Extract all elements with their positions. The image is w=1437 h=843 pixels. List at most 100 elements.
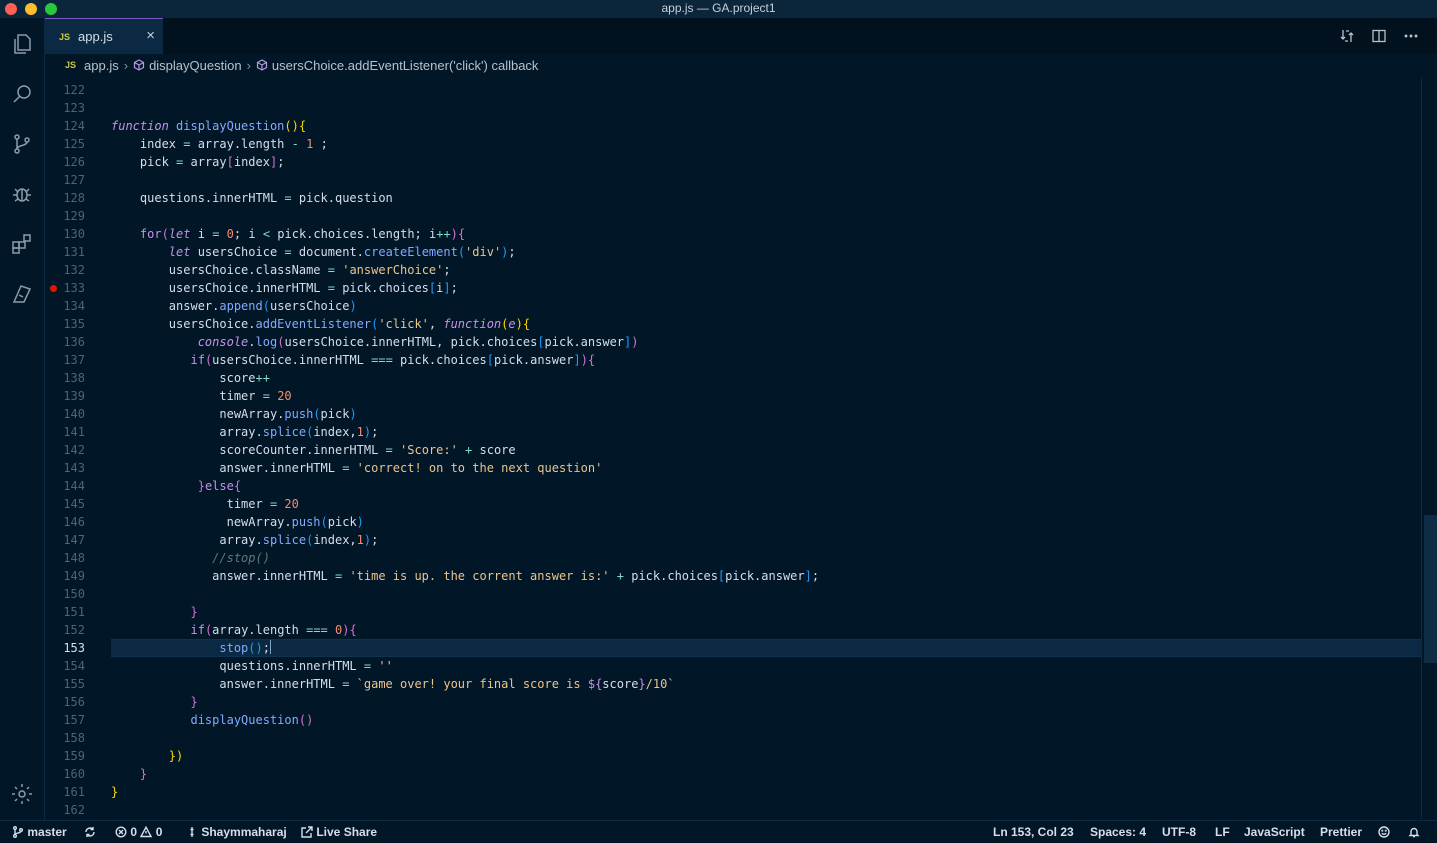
breadcrumb-function[interactable]: displayQuestion bbox=[149, 58, 242, 73]
line-number: 158 bbox=[63, 731, 85, 745]
code-text: usersChoice.innerHTML = pick.choices[i]; bbox=[111, 281, 458, 295]
debug-icon[interactable] bbox=[8, 180, 36, 208]
code-line[interactable]: 161} bbox=[45, 783, 1421, 801]
line-number: 154 bbox=[63, 659, 85, 673]
code-line[interactable]: 152 if(array.length === 0){ bbox=[45, 621, 1421, 639]
code-text: newArray.push(pick) bbox=[111, 515, 364, 529]
more-actions-icon[interactable] bbox=[1403, 28, 1419, 44]
code-line[interactable]: 131 let usersChoice = document.createEle… bbox=[45, 243, 1421, 261]
function-cube-icon bbox=[256, 59, 268, 71]
formatter-status[interactable]: Prettier bbox=[1320, 825, 1362, 840]
code-line[interactable]: 142 scoreCounter.innerHTML = 'Score:' + … bbox=[45, 441, 1421, 459]
line-number: 146 bbox=[63, 515, 85, 529]
code-line[interactable]: 151 } bbox=[45, 603, 1421, 621]
open-changes-icon[interactable] bbox=[1339, 28, 1355, 44]
split-editor-icon[interactable] bbox=[1371, 28, 1387, 44]
person-icon bbox=[190, 827, 194, 837]
code-text: questions.innerHTML = '' bbox=[111, 659, 393, 673]
code-line[interactable]: 150 bbox=[45, 585, 1421, 603]
code-text: questions.innerHTML = pick.question bbox=[111, 191, 393, 205]
code-line[interactable]: 128 questions.innerHTML = pick.question bbox=[45, 189, 1421, 207]
indentation-status[interactable]: Spaces: 4 bbox=[1090, 825, 1146, 840]
code-line[interactable]: 134 answer.append(usersChoice) bbox=[45, 297, 1421, 315]
code-line[interactable]: 156 } bbox=[45, 693, 1421, 711]
breadcrumb-callback[interactable]: usersChoice.addEventListener('click') ca… bbox=[272, 58, 539, 73]
branch-status[interactable]: master bbox=[12, 825, 67, 840]
code-line[interactable]: 139 timer = 20 bbox=[45, 387, 1421, 405]
line-number: 125 bbox=[63, 137, 85, 151]
code-editor[interactable]: 122 123 124 function displayQuestion(){125 … bbox=[45, 78, 1421, 819]
eol-status[interactable]: LF bbox=[1215, 825, 1230, 840]
line-number: 153 bbox=[63, 641, 85, 655]
code-line[interactable]: 137 if(usersChoice.innerHTML === pick.ch… bbox=[45, 351, 1421, 369]
code-line[interactable]: 155 answer.innerHTML = `game over! your … bbox=[45, 675, 1421, 693]
code-line[interactable]: 125 index = array.length - 1 ; bbox=[45, 135, 1421, 153]
notifications-bell-icon[interactable] bbox=[1408, 825, 1420, 840]
code-line[interactable]: 135 usersChoice.addEventListener('click'… bbox=[45, 315, 1421, 333]
code-line[interactable]: 158 bbox=[45, 729, 1421, 747]
code-line[interactable]: 145 timer = 20 bbox=[45, 495, 1421, 513]
code-line[interactable]: 129 bbox=[45, 207, 1421, 225]
line-number: 139 bbox=[63, 389, 85, 403]
status-bar: master 0 0 Shaymmaharaj Live Share Ln 15… bbox=[0, 820, 1437, 843]
code-line[interactable]: 124 function displayQuestion(){ bbox=[45, 117, 1421, 135]
encoding-status[interactable]: UTF-8 bbox=[1162, 825, 1196, 840]
breadcrumb-file[interactable]: app.js bbox=[84, 58, 119, 73]
code-line[interactable]: 130 for(let i = 0; i < pick.choices.leng… bbox=[45, 225, 1421, 243]
code-line[interactable]: 149 answer.innerHTML = 'time is up. the … bbox=[45, 567, 1421, 585]
language-mode[interactable]: JavaScript bbox=[1244, 825, 1305, 840]
code-line[interactable]: 136 console.log(usersChoice.innerHTML, p… bbox=[45, 333, 1421, 351]
code-line[interactable]: 159 }) bbox=[45, 747, 1421, 765]
cursor-position[interactable]: Ln 153, Col 23 bbox=[993, 825, 1074, 840]
code-line[interactable]: 144 }else{ bbox=[45, 477, 1421, 495]
files-icon[interactable] bbox=[8, 30, 36, 58]
code-text: let usersChoice = document.createElement… bbox=[168, 245, 516, 259]
code-text: usersChoice.addEventListener('click', fu… bbox=[111, 317, 531, 331]
code-line[interactable]: 140 newArray.push(pick) bbox=[45, 405, 1421, 423]
close-tab-icon[interactable]: × bbox=[146, 28, 155, 44]
source-control-icon[interactable] bbox=[8, 130, 36, 158]
minimize-window-button[interactable] bbox=[25, 3, 37, 15]
code-line[interactable]: 146 newArray.push(pick) bbox=[45, 513, 1421, 531]
code-line[interactable]: 162 bbox=[45, 801, 1421, 819]
live-share-button[interactable]: Live Share bbox=[301, 825, 377, 840]
code-line[interactable]: 126 pick = array[index]; bbox=[45, 153, 1421, 171]
code-line[interactable]: 148 //stop() bbox=[45, 549, 1421, 567]
code-line[interactable]: 160 } bbox=[45, 765, 1421, 783]
code-line[interactable]: 141 array.splice(index,1); bbox=[45, 423, 1421, 441]
code-line[interactable]: 122 bbox=[45, 81, 1421, 99]
line-number: 156 bbox=[63, 695, 85, 709]
line-number: 151 bbox=[63, 605, 85, 619]
user-status[interactable]: Shaymmaharaj bbox=[186, 825, 287, 840]
tab-app-js[interactable]: JS app.js × bbox=[45, 18, 163, 54]
code-line[interactable]: 147 array.splice(index,1); bbox=[45, 531, 1421, 549]
code-line[interactable]: 153 stop(); bbox=[45, 639, 1421, 657]
problems-status[interactable]: 0 0 bbox=[115, 825, 162, 840]
code-line[interactable]: 132 usersChoice.className = 'answerChoic… bbox=[45, 261, 1421, 279]
line-number: 123 bbox=[63, 101, 85, 115]
code-line[interactable]: 157 displayQuestion() bbox=[45, 711, 1421, 729]
code-text: answer.innerHTML = 'time is up. the corr… bbox=[111, 569, 820, 583]
sync-icon[interactable] bbox=[84, 825, 96, 840]
code-line[interactable]: 154 questions.innerHTML = '' bbox=[45, 657, 1421, 675]
line-number: 122 bbox=[63, 83, 85, 97]
code-line[interactable]: 123 bbox=[45, 99, 1421, 117]
vertical-scrollbar[interactable] bbox=[1421, 78, 1437, 819]
zoom-window-button[interactable] bbox=[45, 3, 57, 15]
code-line[interactable]: 138 score++ bbox=[45, 369, 1421, 387]
code-line[interactable]: 133 usersChoice.innerHTML = pick.choices… bbox=[45, 279, 1421, 297]
code-text: score++ bbox=[111, 371, 270, 385]
settings-gear-icon[interactable] bbox=[8, 780, 36, 808]
tab-label: app.js bbox=[78, 29, 113, 44]
feedback-smiley-icon[interactable] bbox=[1378, 825, 1390, 840]
code-line[interactable]: 127 bbox=[45, 171, 1421, 189]
line-number: 137 bbox=[63, 353, 85, 367]
code-line[interactable]: 143 answer.innerHTML = 'correct! on to t… bbox=[45, 459, 1421, 477]
line-number: 129 bbox=[63, 209, 85, 223]
search-icon[interactable] bbox=[8, 80, 36, 108]
extensions-icon[interactable] bbox=[8, 230, 36, 258]
scrollbar-thumb[interactable] bbox=[1424, 515, 1437, 663]
close-window-button[interactable] bbox=[5, 3, 17, 15]
remote-icon[interactable] bbox=[8, 280, 36, 308]
line-number: 160 bbox=[63, 767, 85, 781]
